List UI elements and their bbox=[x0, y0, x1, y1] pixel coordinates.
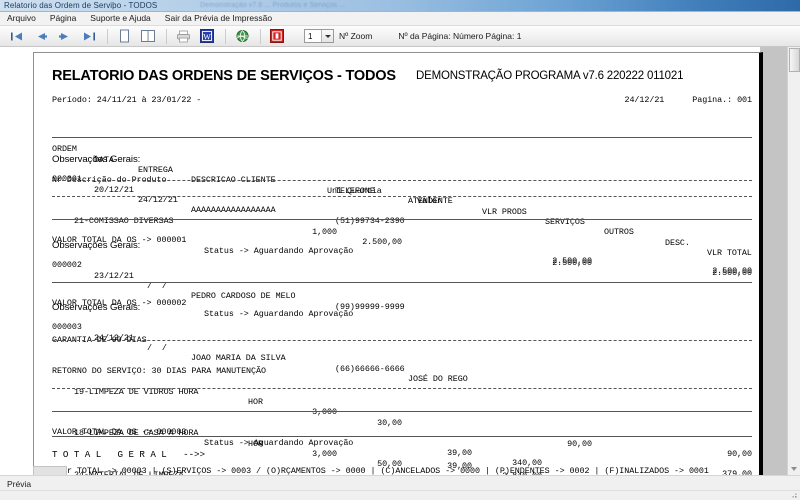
status-secondary-text bbox=[6, 491, 8, 498]
zoom-control[interactable]: 1 Nº Zoom Nº da Página: Número Página: 1 bbox=[304, 29, 521, 43]
toolbar-separator-4 bbox=[260, 29, 261, 44]
report-title: RELATORIO DAS ORDENS DE SERVIÇOS - TODOS bbox=[52, 68, 396, 84]
two-page-icon bbox=[140, 29, 156, 43]
zoom-dropdown-arrow[interactable] bbox=[321, 30, 333, 42]
toolbar-separator-3 bbox=[225, 29, 226, 44]
order-2-obs-label: Observações Gerais: bbox=[52, 240, 140, 251]
first-page-icon bbox=[10, 31, 24, 42]
order-3-obs-label-wrap: Observações Gerais: bbox=[52, 302, 752, 313]
menu-item-pagina[interactable]: Página bbox=[43, 12, 83, 25]
next-page-icon bbox=[58, 31, 72, 42]
previous-page-button[interactable] bbox=[30, 27, 52, 46]
web-export-icon bbox=[235, 29, 250, 43]
menu-item-suporte-ajuda[interactable]: Suporte e Ajuda bbox=[83, 12, 158, 25]
order-1-items-bottom-rule bbox=[52, 196, 752, 197]
report-date: 24/12/21 bbox=[624, 95, 664, 105]
word-export-icon: W bbox=[200, 29, 214, 43]
next-page-button[interactable] bbox=[54, 27, 76, 46]
previous-page-icon bbox=[34, 31, 48, 42]
menu-item-arquivo[interactable]: Arquivo bbox=[0, 12, 43, 25]
toolbar-separator-2 bbox=[166, 29, 167, 44]
word-export-button[interactable]: W bbox=[196, 27, 218, 46]
last-page-button[interactable] bbox=[78, 27, 100, 46]
report-period: Período: 24/11/21 à 23/01/22 - bbox=[52, 95, 201, 105]
work-area-background bbox=[760, 47, 787, 475]
vertical-scrollbar[interactable] bbox=[787, 47, 800, 475]
last-page-icon bbox=[82, 31, 96, 42]
menu-bar: Arquivo Página Suporte e Ajuda Sair da P… bbox=[0, 12, 800, 26]
print-button[interactable] bbox=[172, 27, 194, 46]
print-icon bbox=[176, 30, 191, 43]
order-1-obs-label-wrap: Observações Gerais: bbox=[52, 154, 752, 165]
window-titlebar: Relatorio das Ordem de Serviþo - TODOS D… bbox=[0, 0, 800, 12]
close-preview-icon bbox=[270, 29, 284, 43]
resize-grip-icon[interactable] bbox=[788, 489, 798, 499]
zoom-label: Nº Zoom bbox=[339, 31, 372, 41]
report-body: RELATORIO DAS ORDENS DE SERVIÇOS - TODOS… bbox=[34, 53, 759, 475]
window-title-secondary: Demonstração v7.6 ... Produtos e Serviço… bbox=[200, 0, 345, 12]
status-bar: Prévia bbox=[0, 475, 800, 500]
menu-item-sair-previa[interactable]: Sair da Prévia de Impressão bbox=[158, 12, 279, 25]
scroll-down-arrow-icon[interactable] bbox=[791, 467, 797, 471]
order-1-end-rule bbox=[52, 219, 752, 220]
close-preview-button[interactable] bbox=[266, 27, 288, 46]
single-page-icon bbox=[118, 29, 131, 43]
report-demo-banner: DEMONSTRAÇÃO PROGRAMA v7.6 220222 011021 bbox=[416, 70, 683, 82]
report-period-line: Período: 24/11/21 à 23/01/22 - 24/12/21 … bbox=[52, 95, 752, 105]
first-page-button[interactable] bbox=[6, 27, 28, 46]
order-3-items-bottom-rule bbox=[52, 388, 752, 389]
report-page: RELATORIO DAS ORDENS DE SERVIÇOS - TODOS… bbox=[33, 52, 763, 475]
order-3-items-top-rule bbox=[52, 340, 752, 341]
grand-total-rule bbox=[52, 436, 752, 437]
report-summary-wrap: Nr TOTAL -> 00003 | (S)ERVIÇOS -> 0003 /… bbox=[52, 445, 752, 475]
order-3-obs-label: Observações Gerais: bbox=[52, 302, 140, 313]
print-preview-window: Relatorio das Ordem de Serviþo - TODOS D… bbox=[0, 0, 800, 500]
zoom-value: 1 bbox=[305, 32, 312, 41]
chevron-down-icon bbox=[325, 35, 331, 38]
single-page-button[interactable] bbox=[113, 27, 135, 46]
order-2-obs-label-wrap: Observações Gerais: bbox=[52, 240, 752, 251]
order-2-end-rule bbox=[52, 282, 752, 283]
report-summary: Nr TOTAL -> 00003 | (S)ERVIÇOS -> 0003 /… bbox=[62, 466, 709, 475]
window-title: Relatorio das Ordem de Serviþo - TODOS bbox=[4, 0, 157, 12]
zoom-select[interactable]: 1 bbox=[304, 29, 334, 43]
status-label: Prévia bbox=[7, 479, 31, 489]
vertical-scrollbar-thumb[interactable] bbox=[789, 48, 800, 72]
page-number-label: Nº da Página: Número Página: 1 bbox=[398, 31, 521, 41]
order-1-obs-label: Observações Gerais: bbox=[52, 154, 140, 165]
status-divider bbox=[0, 490, 800, 491]
toolbar: W 1 Nº Zo bbox=[0, 26, 800, 47]
report-page-number: Pagina.: 001 bbox=[692, 95, 752, 105]
preview-work-area: RELATORIO DAS ORDENS DE SERVIÇOS - TODOS… bbox=[0, 47, 800, 475]
toolbar-separator-1 bbox=[107, 29, 108, 44]
web-export-button[interactable] bbox=[231, 27, 253, 46]
header-rule bbox=[52, 137, 752, 138]
order-3-item-row-1: 19-LIMPEZA DE VIDROS HORA HOR 3,000 30,0… bbox=[52, 376, 752, 386]
svg-text:W: W bbox=[203, 32, 211, 41]
order-3-end-rule bbox=[52, 411, 752, 412]
order-1-items-top-rule bbox=[52, 180, 752, 181]
two-page-button[interactable] bbox=[137, 27, 159, 46]
